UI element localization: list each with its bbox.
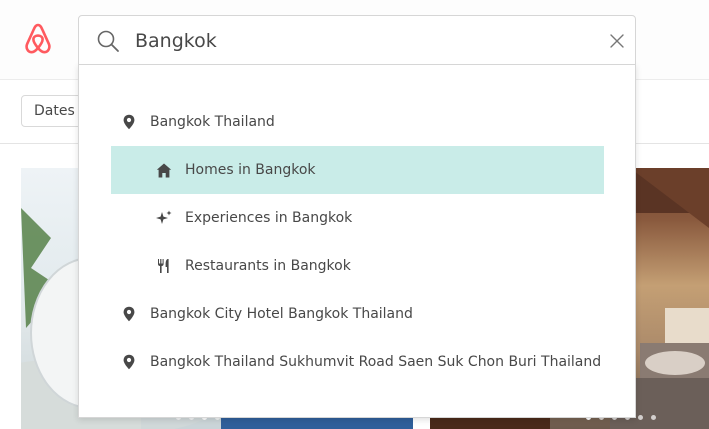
suggestion-label: Homes in Bangkok bbox=[185, 162, 316, 178]
suggestion-label: Bangkok Thailand bbox=[150, 114, 275, 130]
location-pin-icon bbox=[120, 113, 138, 131]
suggestion-item[interactable]: Bangkok Thailand bbox=[120, 98, 620, 146]
search-bar bbox=[78, 15, 636, 65]
suggestion-subitem-homes[interactable]: Homes in Bangkok bbox=[111, 146, 604, 194]
search-icon bbox=[97, 30, 119, 52]
suggestion-label: Bangkok Thailand Sukhumvit Road Saen Suk… bbox=[150, 354, 602, 370]
airbnb-logo-icon[interactable] bbox=[22, 22, 54, 56]
suggestion-label: Restaurants in Bangkok bbox=[185, 258, 351, 274]
suggestion-item[interactable]: Bangkok City Hotel Bangkok Thailand bbox=[120, 290, 620, 338]
suggestion-subitem-restaurants[interactable]: Restaurants in Bangkok bbox=[111, 242, 604, 290]
home-icon bbox=[155, 161, 173, 179]
carousel-dot[interactable] bbox=[651, 415, 656, 420]
suggestion-item[interactable]: Bangkok Thailand Sukhumvit Road Saen Suk… bbox=[120, 338, 620, 386]
suggestion-subitem-experiences[interactable]: Experiences in Bangkok bbox=[111, 194, 604, 242]
close-icon[interactable] bbox=[609, 33, 625, 49]
suggestion-label: Experiences in Bangkok bbox=[185, 210, 353, 226]
autocomplete-dropdown: Bangkok Thailand Homes in Bangkok Experi… bbox=[78, 64, 636, 418]
fork-knife-icon bbox=[155, 257, 173, 275]
sparkle-icon bbox=[155, 209, 173, 227]
carousel-dot[interactable] bbox=[638, 415, 643, 420]
suggestion-label: Bangkok City Hotel Bangkok Thailand bbox=[150, 306, 413, 322]
location-pin-icon bbox=[120, 353, 138, 371]
location-pin-icon bbox=[120, 305, 138, 323]
search-input[interactable] bbox=[135, 26, 575, 56]
